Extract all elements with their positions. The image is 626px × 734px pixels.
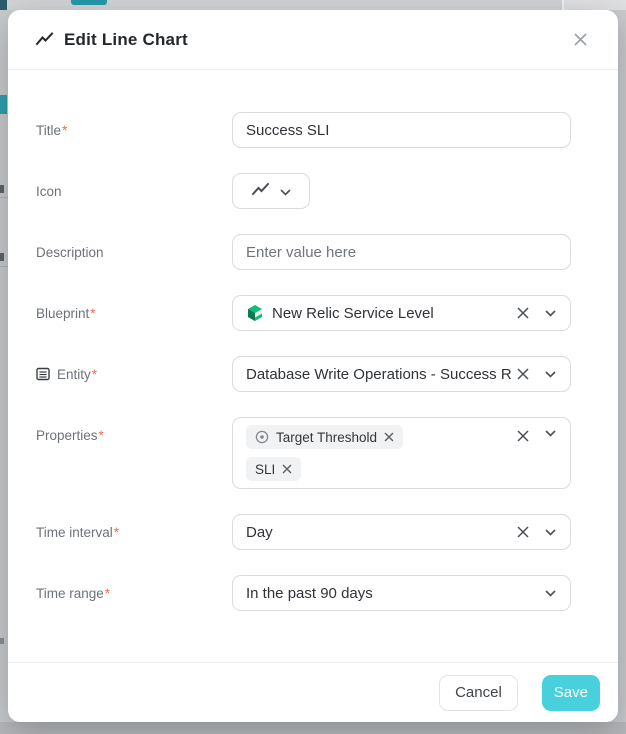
title-input[interactable] xyxy=(232,112,571,148)
clear-icon[interactable] xyxy=(517,368,529,380)
field-row-icon: Icon xyxy=(36,173,579,209)
field-row-description: Description xyxy=(36,234,579,270)
edit-line-chart-modal: Edit Line Chart Title* Icon xyxy=(8,10,618,722)
time-range-label: Time range* xyxy=(36,586,232,601)
time-interval-select[interactable]: Day xyxy=(232,514,571,550)
description-label: Description xyxy=(36,245,232,260)
entity-select[interactable]: Database Write Operations - Success R xyxy=(232,356,571,392)
modal-body: Title* Icon Description xyxy=(8,70,618,611)
chevron-down-icon xyxy=(545,310,556,317)
modal-title: Edit Line Chart xyxy=(64,30,188,50)
line-chart-icon xyxy=(252,182,269,200)
line-chart-icon xyxy=(35,30,54,49)
required-asterisk: * xyxy=(90,306,95,321)
chevron-down-icon xyxy=(545,590,556,597)
modal-header: Edit Line Chart xyxy=(8,10,618,70)
chevron-down-icon xyxy=(545,430,556,437)
backdrop-top-right-panel xyxy=(562,0,626,10)
icon-label: Icon xyxy=(36,184,232,199)
backdrop-text-fragment xyxy=(0,638,4,644)
entity-label: Entity* xyxy=(36,367,232,382)
backdrop-divider-fragment xyxy=(0,197,8,198)
new-relic-logo-icon xyxy=(246,304,264,322)
entity-value: Database Write Operations - Success R xyxy=(246,366,517,383)
required-asterisk: * xyxy=(92,367,97,382)
blueprint-value: New Relic Service Level xyxy=(246,304,517,322)
target-icon xyxy=(255,430,269,444)
required-asterisk: * xyxy=(114,525,119,540)
clear-icon[interactable] xyxy=(517,307,529,319)
description-input[interactable] xyxy=(232,234,571,270)
modal-footer: Cancel Save xyxy=(8,662,618,722)
close-icon[interactable] xyxy=(569,28,592,51)
field-row-time-range: Time range* In the past 90 days xyxy=(36,575,579,611)
cancel-button[interactable]: Cancel xyxy=(439,675,518,711)
title-label: Title* xyxy=(36,123,232,138)
field-row-time-interval: Time interval* Day xyxy=(36,514,579,550)
properties-label: Properties* xyxy=(36,428,232,443)
backdrop-divider-fragment xyxy=(0,266,8,267)
required-asterisk: * xyxy=(99,428,104,443)
tag-remove-icon[interactable] xyxy=(282,464,292,474)
tag-sli: SLI xyxy=(246,457,301,481)
tag-remove-icon[interactable] xyxy=(384,432,394,442)
time-range-value: In the past 90 days xyxy=(246,585,545,602)
required-asterisk: * xyxy=(62,123,67,138)
backdrop-bottom-strip xyxy=(0,722,626,734)
field-row-blueprint: Blueprint* New Relic Service Level xyxy=(36,295,579,331)
chevron-down-icon xyxy=(545,371,556,378)
icon-picker-button[interactable] xyxy=(232,173,310,209)
blueprint-label: Blueprint* xyxy=(36,306,232,321)
backdrop-teal-tab xyxy=(71,0,107,5)
entity-list-icon xyxy=(36,367,50,381)
tag-target-threshold: Target Threshold xyxy=(246,425,403,449)
save-button[interactable]: Save xyxy=(542,675,600,711)
properties-tags: Target Threshold SLI xyxy=(246,418,517,488)
time-interval-value: Day xyxy=(246,524,517,541)
chevron-down-icon xyxy=(545,529,556,536)
clear-icon[interactable] xyxy=(517,430,529,442)
properties-select[interactable]: Target Threshold SLI xyxy=(232,417,571,489)
time-interval-label: Time interval* xyxy=(36,525,232,540)
field-row-entity: Entity* Database Write Operations - Succ… xyxy=(36,356,579,392)
blueprint-select[interactable]: New Relic Service Level xyxy=(232,295,571,331)
field-row-properties: Properties* Target Threshold xyxy=(36,417,579,489)
backdrop-text-fragment xyxy=(0,185,4,193)
required-asterisk: * xyxy=(105,586,110,601)
field-row-title: Title* xyxy=(36,112,579,148)
clear-icon[interactable] xyxy=(517,526,529,538)
backdrop-sidebar-highlight xyxy=(0,95,7,114)
backdrop-teal-corner xyxy=(0,0,7,10)
time-range-select[interactable]: In the past 90 days xyxy=(232,575,571,611)
backdrop-text-fragment xyxy=(0,253,4,261)
chevron-down-icon xyxy=(280,184,291,199)
